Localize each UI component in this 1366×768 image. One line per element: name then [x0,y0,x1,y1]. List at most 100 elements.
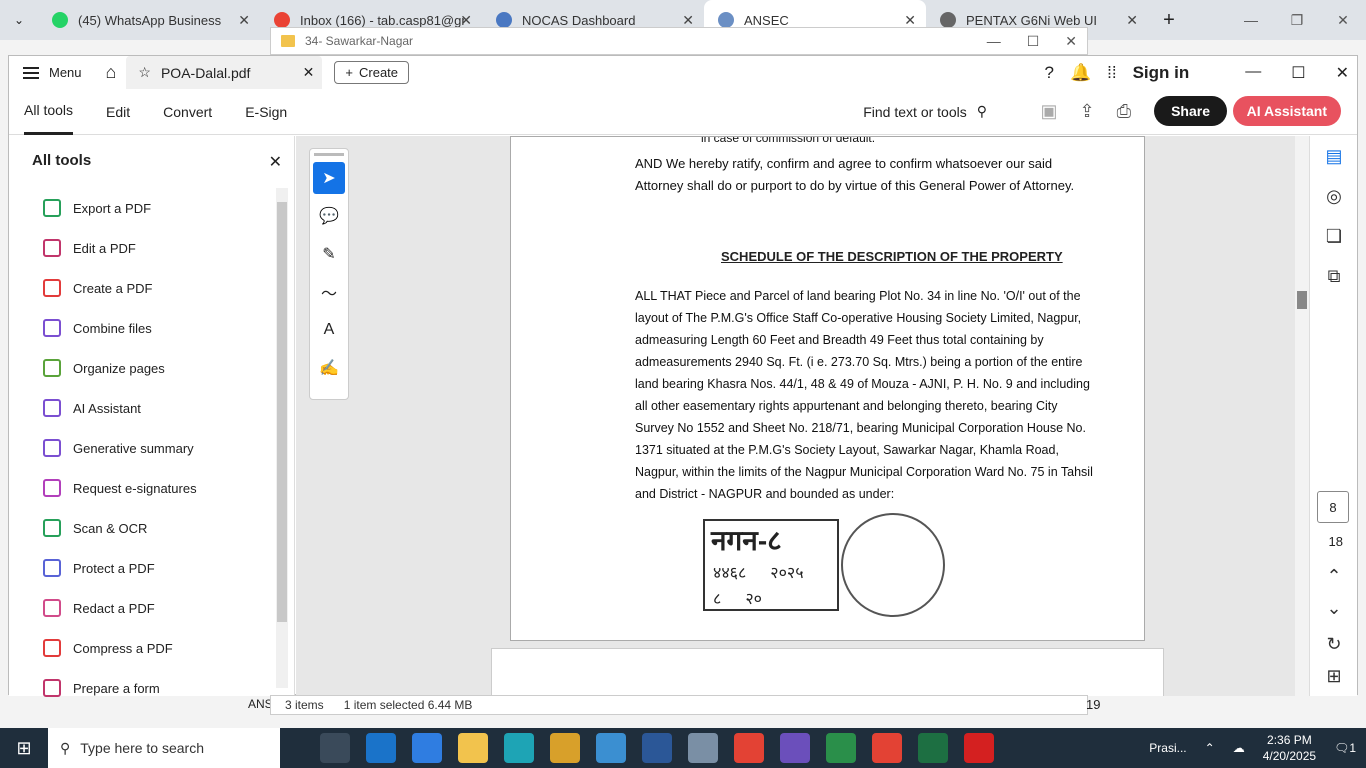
close-document-icon[interactable]: ✕ [303,64,315,81]
file-explorer-icon[interactable] [458,733,488,763]
panel-scrollbar[interactable] [276,188,288,688]
outlook-icon[interactable] [366,733,396,763]
store-icon[interactable] [412,733,442,763]
word-icon[interactable] [642,733,672,763]
copy-pages-icon[interactable]: ⧉ [1310,256,1358,296]
close-tab-icon[interactable]: ✕ [460,12,472,29]
tool-item[interactable]: Generative summary [9,428,279,468]
star-icon[interactable]: ☆ [138,64,151,81]
chrome-icon[interactable] [872,733,902,763]
restore-icon[interactable]: ❐ [1274,0,1320,40]
share-button[interactable]: Share [1154,96,1227,126]
excel-icon[interactable] [918,733,948,763]
close-panel-icon[interactable]: ✕ [269,152,282,172]
ai-assistant-button[interactable]: AI Assistant [1232,96,1341,126]
app-icon[interactable] [688,733,718,763]
page-thumbnails-icon[interactable]: ▤ [1310,136,1358,176]
edge-icon[interactable] [504,733,534,763]
app-icon[interactable] [596,733,626,763]
home-icon[interactable]: ⌂ [106,62,117,83]
document-tab[interactable]: ☆ POA-Dalal.pdf ✕ [126,56,323,89]
close-icon[interactable]: ✕ [1320,0,1366,40]
new-tab-icon[interactable]: + [1154,9,1184,32]
protect-pdf-icon [43,559,61,577]
clock[interactable]: 2:36 PM 4/20/2025 [1263,732,1316,764]
create-button[interactable]: + Create [334,61,410,84]
tab-search-icon[interactable]: ⌄ [0,0,38,40]
text-box-icon[interactable]: A [313,314,345,346]
maximize-icon[interactable]: ☐ [1027,33,1040,50]
close-tab-icon[interactable]: ✕ [1126,12,1138,29]
pdf-page: in case of commission of default. AND We… [510,136,1145,641]
comments-icon[interactable]: ◎ [1310,176,1358,216]
select-cursor-icon[interactable]: ➤ [313,162,345,194]
close-tab-icon[interactable]: ✕ [238,12,250,29]
task-view-icon[interactable] [320,733,350,763]
drag-handle[interactable] [314,153,344,156]
tool-item[interactable]: Prepare a form [9,668,279,708]
stamp-row: ८ २० [705,585,837,611]
scrollbar-thumb[interactable] [1297,291,1307,309]
close-tab-icon[interactable]: ✕ [904,12,916,29]
sign-in-button[interactable]: Sign in [1133,63,1190,83]
notifications-icon[interactable]: 🔔 [1070,63,1091,83]
windows-start-icon[interactable]: ⊞ [0,728,48,768]
minimize-icon[interactable]: — [1245,63,1261,83]
tool-item[interactable]: Edit a PDF [9,228,279,268]
acrobat-icon[interactable] [964,733,994,763]
close-tab-icon[interactable]: ✕ [682,12,694,29]
tool-item[interactable]: Redact a PDF [9,588,279,628]
cloud-icon[interactable]: ☁ [1233,741,1245,755]
minimize-icon[interactable]: — [987,33,1001,50]
document-canvas[interactable]: ➤ 💬 ✎ 〜 A ✍ in case of commission of def… [296,136,1311,696]
tool-label: Redact a PDF [73,600,155,616]
taskbar-search[interactable]: ⚲ Type here to search [48,728,280,768]
chevron-up-icon[interactable]: ⌃ [1205,741,1215,755]
find-tools[interactable]: Find text or tools ⚲ [863,103,987,120]
document-scrollbar[interactable] [1295,136,1309,696]
stamp-cell: ८ [713,591,722,608]
close-icon[interactable]: ✕ [1336,63,1349,83]
tool-item[interactable]: AI Assistant [9,388,279,428]
tool-item[interactable]: Protect a PDF [9,548,279,588]
print-icon[interactable]: ⎙ [1117,101,1131,122]
registration-stamp: नगन-८ ४४६८ २०२५ ८ २० [703,519,839,611]
tool-item[interactable]: Combine files [9,308,279,348]
notification-icon[interactable]: 🗨1 [1334,741,1356,755]
upload-cloud-icon[interactable]: ⇪ [1080,101,1095,122]
maximize-icon[interactable]: ☐ [1291,63,1305,83]
apps-grid-icon[interactable]: ⁞⁞ [1107,63,1116,83]
prepare-form-icon [43,679,61,697]
page-number-input[interactable]: 8 [1317,491,1349,523]
page-down-icon[interactable]: ⌄ [1310,588,1358,628]
app-icon[interactable] [550,733,580,763]
comment-icon[interactable]: 💬 [313,200,345,232]
chrome-icon[interactable] [734,733,764,763]
menu-button[interactable]: Menu [9,65,96,80]
tool-item[interactable]: Export a PDF [9,188,279,228]
tab-edit[interactable]: Edit [106,89,130,135]
tab-all-tools[interactable]: All tools [24,89,74,135]
bookmark-icon[interactable]: ❏ [1310,216,1358,256]
minimize-icon[interactable]: — [1228,0,1274,40]
tab-esign[interactable]: E-Sign [245,89,287,135]
tool-item[interactable]: Scan & OCR [9,508,279,548]
tab-convert[interactable]: Convert [163,89,212,135]
tool-item[interactable]: Request e-signatures [9,468,279,508]
browser-tab-whatsapp[interactable]: (45) WhatsApp Business ✕ [38,0,260,40]
draw-lasso-icon[interactable]: 〜 [313,276,345,308]
highlight-pen-icon[interactable]: ✎ [313,238,345,270]
sign-icon[interactable]: ✍ [313,352,345,384]
tool-item[interactable]: Create a PDF [9,268,279,308]
help-icon[interactable]: ? [1044,63,1053,83]
close-icon[interactable]: ✕ [1065,33,1077,50]
user-label[interactable]: Prasi... [1149,741,1186,755]
tool-item[interactable]: Compress a PDF [9,628,279,668]
fit-page-icon[interactable]: ⊞ [1310,656,1358,696]
save-icon[interactable]: ▣ [1040,101,1057,122]
tool-item[interactable]: Organize pages [9,348,279,388]
clock-date: 4/20/2025 [1262,749,1317,763]
app-icon[interactable] [826,733,856,763]
m365-icon[interactable] [780,733,810,763]
scrollbar-thumb[interactable] [277,202,287,622]
